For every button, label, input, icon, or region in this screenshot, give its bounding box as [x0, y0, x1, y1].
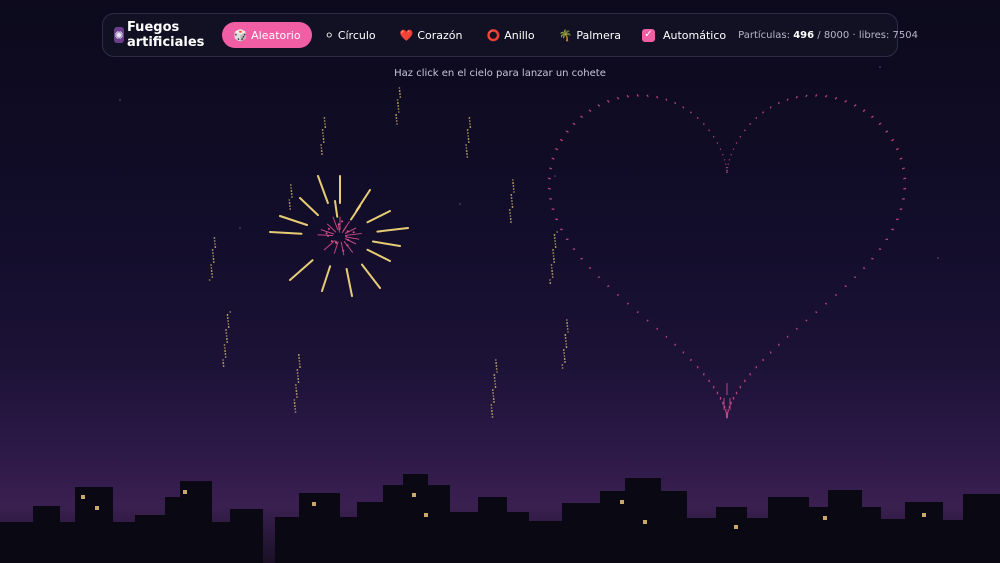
- mode-button-aleatorio[interactable]: 🎲 Aleatorio: [222, 22, 312, 48]
- burst-firework: [269, 175, 409, 297]
- auto-checkbox[interactable]: ✓: [642, 28, 655, 42]
- mode-button-corazon[interactable]: ❤️ Corazón: [389, 22, 474, 48]
- fireworks-icon: ✺: [114, 27, 124, 43]
- rocket-trails: [208, 87, 569, 418]
- mode-label: Corazón: [417, 28, 463, 42]
- particle-stats: Partículas: 496 / 8000 · libres: 7504: [738, 29, 918, 41]
- heart-firework: [547, 94, 907, 419]
- app-title: Fuegos artificiales: [126, 20, 205, 50]
- mode-label: Aleatorio: [251, 28, 301, 42]
- auto-label: Automático: [663, 28, 727, 42]
- mode-label: Círculo: [337, 28, 376, 42]
- free-count: 7504: [892, 29, 918, 41]
- auto-toggle[interactable]: ✓ Automático: [642, 28, 727, 42]
- night-sky-canvas[interactable]: [0, 0, 1000, 563]
- hint-text: Haz click en el cielo para lanzar un coh…: [394, 68, 606, 79]
- dice-icon: 🎲: [233, 28, 248, 42]
- free-label: libres:: [858, 29, 890, 41]
- mode-button-palmera[interactable]: 🌴 Palmera: [548, 22, 632, 48]
- toolbar: ✺ Fuegos artificiales 🎲 Aleatorio ⚪ Círc…: [102, 13, 918, 57]
- heart-icon: ❤️: [399, 28, 414, 42]
- brand: ✺ Fuegos artificiales: [114, 20, 210, 50]
- mode-button-circulo[interactable]: ⚪ Círculo: [314, 22, 387, 48]
- ring-icon: ⭕: [486, 28, 501, 42]
- mode-label: Anillo: [504, 28, 535, 42]
- circle-icon: ⚪: [324, 28, 334, 42]
- mode-button-anillo[interactable]: ⭕ Anillo: [476, 22, 546, 48]
- particles-count: 496: [793, 29, 815, 41]
- palm-icon: 🌴: [558, 28, 573, 42]
- particles-max: 8000: [823, 29, 850, 41]
- mode-label: Palmera: [576, 28, 621, 42]
- particles-label: Partículas:: [738, 29, 790, 41]
- city-skyline: [0, 474, 1000, 563]
